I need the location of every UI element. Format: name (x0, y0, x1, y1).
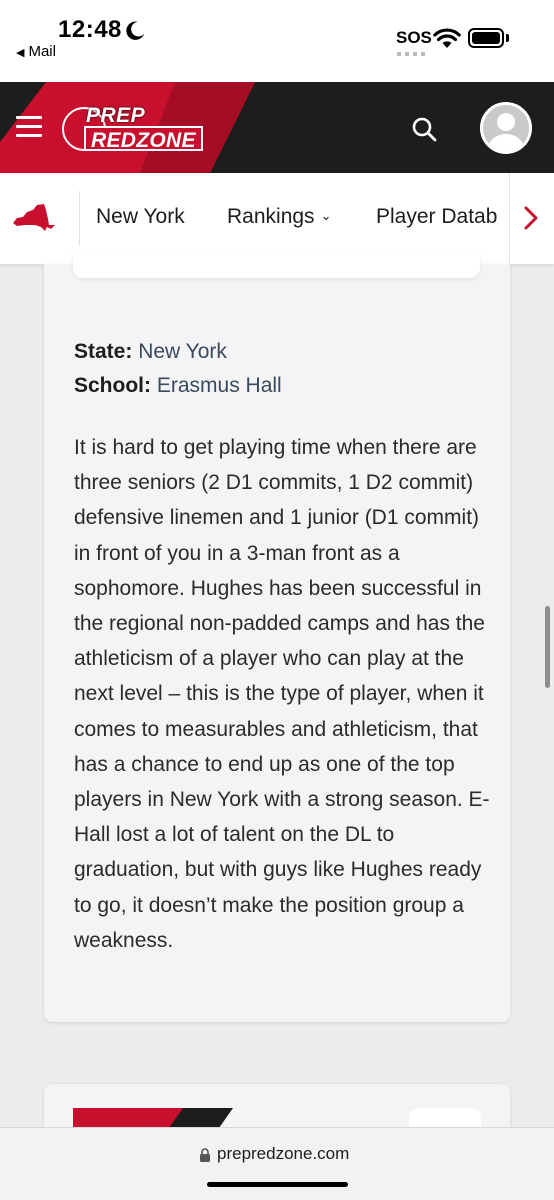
signal-dots (397, 52, 425, 56)
nav-item-rankings[interactable]: Rankings ⌄ (227, 205, 331, 229)
school-label: School: (74, 374, 151, 397)
battery-icon (468, 28, 504, 48)
chevron-right-icon (524, 206, 538, 230)
state-value: New York (138, 340, 227, 363)
player-state-row: State: New York (74, 340, 227, 364)
wifi-icon (433, 28, 461, 48)
lock-icon (200, 1148, 210, 1162)
new-york-state-icon[interactable] (11, 203, 57, 233)
moon-icon (126, 21, 145, 40)
menu-icon[interactable] (16, 116, 42, 138)
battery-cap (506, 34, 509, 42)
school-value: Erasmus Hall (156, 374, 282, 397)
back-app-label: Mail (28, 43, 56, 60)
back-to-mail-link[interactable]: ◀ Mail (16, 43, 56, 60)
site-logo[interactable]: PREP REDZONE (62, 104, 203, 154)
state-label: State: (74, 340, 133, 363)
site-header: PREP REDZONE (0, 82, 554, 173)
status-bar: 12:48 ◀ Mail SOS (0, 0, 554, 82)
scrollbar-thumb[interactable] (545, 606, 550, 688)
nav-scroll-next-button[interactable] (509, 173, 554, 264)
search-icon[interactable] (410, 115, 438, 143)
nav-item-rankings-label: Rankings (227, 205, 315, 228)
logo-text-prep: PREP (86, 104, 146, 127)
nav-divider (79, 191, 80, 246)
avatar-icon[interactable] (480, 102, 532, 154)
logo-text-redzone: REDZONE (84, 126, 203, 152)
player-school-row: School: Erasmus Hall (74, 374, 282, 398)
state-nav-bar: New York Rankings ⌄ Player Datab (0, 173, 554, 264)
status-time: 12:48 (58, 16, 122, 43)
nav-item-new-york[interactable]: New York (96, 205, 185, 229)
back-triangle-icon: ◀ (16, 47, 25, 59)
home-indicator[interactable] (207, 1182, 348, 1187)
browser-url-bar[interactable]: prepredzone.com (0, 1127, 554, 1200)
sos-indicator: SOS (396, 28, 432, 47)
chevron-down-icon: ⌄ (320, 208, 332, 223)
nav-item-player-database[interactable]: Player Datab (376, 205, 510, 229)
url-text[interactable]: prepredzone.com (217, 1144, 349, 1164)
player-summary-card-bottom (73, 252, 480, 278)
player-evaluation-text: It is hard to get playing time when ther… (74, 436, 490, 952)
